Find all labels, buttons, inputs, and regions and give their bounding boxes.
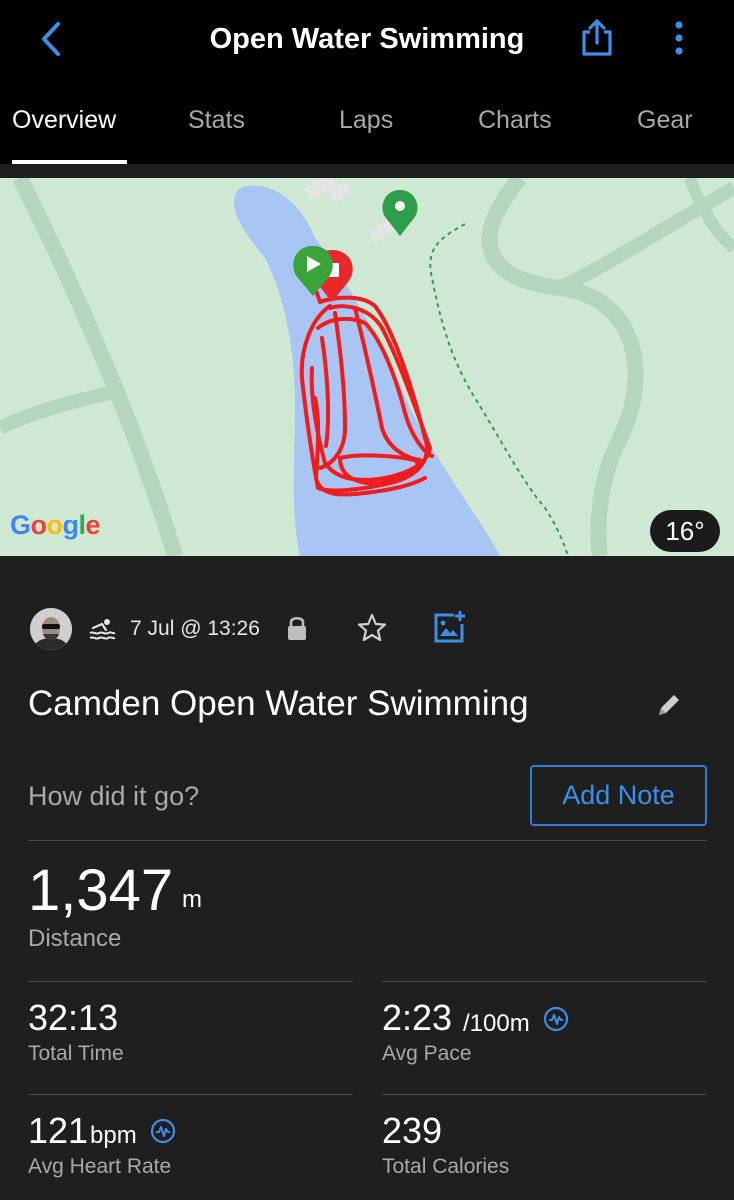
distance-unit: m <box>182 886 202 913</box>
total-time-label: Total Time <box>28 1042 124 1065</box>
activity-meta-row: 7 Jul @ 13:26 <box>0 600 734 656</box>
avg-pace-unit: /100m <box>463 1010 530 1037</box>
avg-heart-rate-label: Avg Heart Rate <box>28 1155 172 1178</box>
tab-bar: Overview Stats Laps Charts Gear <box>0 78 734 164</box>
google-logo: Google <box>10 510 101 540</box>
tab-charts[interactable]: Charts <box>478 104 552 136</box>
distance-value: 1,347 <box>28 858 174 923</box>
divider <box>28 981 353 982</box>
avatar[interactable] <box>30 608 72 650</box>
total-time-value: 32:13 <box>28 997 119 1038</box>
pencil-icon[interactable] <box>654 690 684 720</box>
route-map[interactable]: Google 16° <box>0 178 734 556</box>
divider <box>28 1094 353 1095</box>
tab-bar-separator <box>0 164 734 178</box>
tab-gear[interactable]: Gear <box>637 104 693 136</box>
divider <box>382 1094 707 1095</box>
avg-pace-label: Avg Pace <box>382 1042 472 1065</box>
heart-rate-chart-icon[interactable] <box>150 1118 176 1144</box>
more-vertical-icon <box>675 21 683 55</box>
activity-date: 7 Jul @ 13:26 <box>130 617 260 640</box>
avg-heart-rate-unit: bpm <box>90 1122 137 1149</box>
lock-icon[interactable] <box>286 614 308 642</box>
total-calories-value: 239 <box>382 1110 443 1151</box>
add-photo-icon[interactable] <box>432 610 466 644</box>
add-note-button[interactable]: Add Note <box>530 765 707 826</box>
swimming-icon <box>89 619 116 640</box>
page-title: Open Water Swimming <box>209 23 525 55</box>
user-avatar-image <box>30 608 72 650</box>
tab-laps[interactable]: Laps <box>339 104 393 136</box>
tab-stats[interactable]: Stats <box>188 104 245 136</box>
divider <box>382 981 707 982</box>
activity-name: Camden Open Water Swimming <box>28 684 529 723</box>
share-icon <box>582 19 612 56</box>
share-button[interactable] <box>578 18 616 58</box>
star-icon[interactable] <box>356 612 388 644</box>
tab-overview[interactable]: Overview <box>12 104 116 136</box>
avg-pace-value: 2:23 <box>382 997 453 1038</box>
pace-chart-icon[interactable] <box>543 1006 569 1032</box>
total-calories-label: Total Calories <box>382 1155 510 1178</box>
top-bar: Open Water Swimming <box>0 0 734 78</box>
temperature-badge: 16° <box>650 510 720 552</box>
divider <box>28 840 707 841</box>
map-canvas <box>0 178 734 556</box>
note-prompt: How did it go? <box>28 781 200 811</box>
distance-label: Distance <box>28 925 122 952</box>
more-options-button[interactable] <box>664 18 694 58</box>
avg-heart-rate-value: 121 <box>28 1110 89 1151</box>
